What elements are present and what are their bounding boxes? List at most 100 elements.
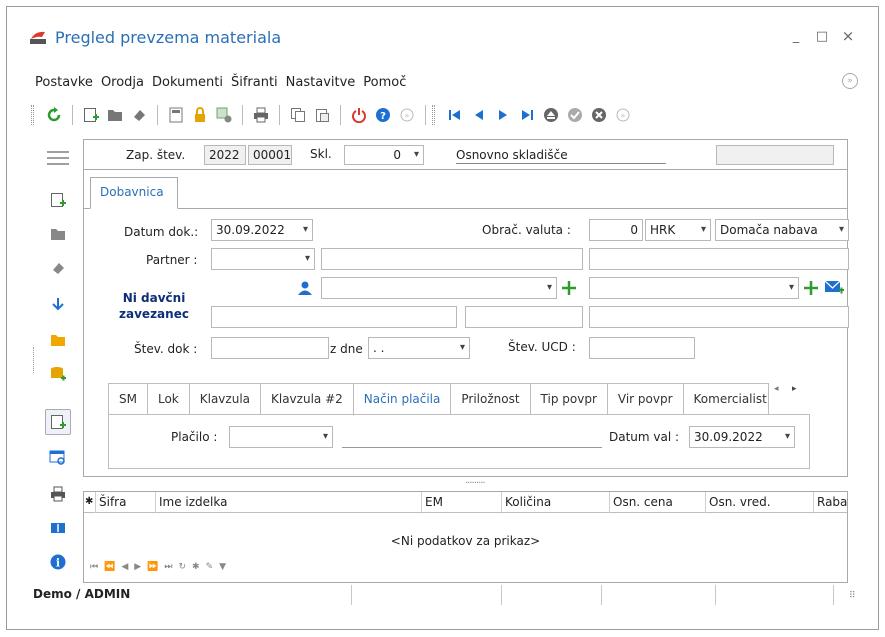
nav-next-page-icon[interactable]: ⏩ [147,562,158,572]
subtab-klavzula-2[interactable]: Klavzula #2 [260,383,353,415]
stev-dok-field[interactable] [211,337,329,359]
add-contact-icon[interactable] [562,281,576,295]
add-email-icon[interactable] [804,281,818,295]
toolbar-grip[interactable] [432,105,435,125]
toolbar-grip[interactable] [31,105,34,125]
col-osn-vred[interactable]: Osn. vred. [706,492,814,513]
arrow-down-icon[interactable] [45,291,71,317]
columns-view-icon[interactable] [45,515,71,541]
side-splitter[interactable] [33,347,34,373]
resize-grip-icon[interactable]: ⠿ [849,591,856,601]
stev-ucd-field[interactable] [589,337,695,359]
close-button[interactable]: × [839,27,857,45]
confirm-icon[interactable] [564,104,586,126]
subtab-tip-povpr[interactable]: Tip povpr [529,383,607,415]
valuta-amount-field[interactable]: 0 [589,219,643,241]
nav-refresh-icon[interactable]: ↻ [179,562,187,572]
post-field[interactable] [465,306,583,328]
tab-scroll-right-icon[interactable]: ▸ [792,384,797,394]
grid-settings-icon[interactable] [213,104,235,126]
skl-select[interactable]: 0 [344,145,424,165]
eraser-icon[interactable] [128,104,150,126]
partner-extra-field[interactable] [589,248,849,270]
database-add-icon[interactable] [45,361,71,387]
z-dne-date[interactable]: . . [368,337,470,359]
col-osn-cena[interactable]: Osn. cena [610,492,706,513]
subtab-klavzula[interactable]: Klavzula [188,383,260,415]
paste-icon[interactable] [311,104,333,126]
help-icon[interactable]: ? [372,104,394,126]
expand-icon[interactable]: » [396,104,418,126]
contact-person-icon[interactable] [298,281,312,295]
power-icon[interactable] [348,104,370,126]
menu-pomoc[interactable]: Pomoč [359,73,410,93]
subtab-lok[interactable]: Lok [146,383,189,415]
collapse-ribbon-icon[interactable]: » [842,73,858,89]
datum-dok-field[interactable]: 30.09.2022 [211,219,313,241]
table-search-icon[interactable] [45,445,71,471]
nabava-type-select[interactable]: Domača nabava [715,219,849,241]
eject-icon[interactable] [540,104,562,126]
hamburger-menu-icon[interactable] [45,145,71,171]
nav-next-icon[interactable]: ▶ [134,562,141,572]
nav-prev-icon[interactable]: ◀ [121,562,128,572]
tab-scroll-left-icon[interactable]: ◂ [774,384,779,394]
maximize-button[interactable]: □ [813,29,831,44]
menu-sifranti[interactable]: Šifranti [227,73,282,93]
menu-dokumenti[interactable]: Dokumenti [148,73,227,93]
menu-nastavitve[interactable]: Nastavitve [282,73,360,93]
nav-prev-page-icon[interactable]: ⏪ [104,562,115,572]
refresh-icon[interactable] [43,104,65,126]
new-row-icon[interactable]: ✱ [84,492,96,513]
expand-icon[interactable]: » [612,104,634,126]
zap-number-field[interactable]: 00001 [248,145,292,165]
open-folder-icon[interactable] [104,104,126,126]
datum-val-field[interactable]: 30.09.2022 [689,426,795,448]
nav-last-icon[interactable]: ⏭ [164,562,172,572]
city-field[interactable] [589,306,849,328]
minimize-button[interactable]: _ [787,29,805,44]
subtab-komercialist[interactable]: Komercialist [682,383,769,415]
calculator-icon[interactable] [165,104,187,126]
copy-icon[interactable] [287,104,309,126]
nav-first-icon[interactable]: ⏮ [90,562,98,572]
next-record-icon[interactable] [492,104,514,126]
new-document-icon[interactable] [80,104,102,126]
partner-code-select[interactable] [211,248,315,270]
email-add-icon[interactable] [824,279,844,297]
cancel-icon[interactable] [588,104,610,126]
col-kolicina[interactable]: Količina [502,492,610,513]
new-item-icon[interactable] [45,409,71,435]
placilo-select[interactable] [229,426,333,448]
new-document-icon[interactable] [45,187,71,213]
print-icon[interactable] [45,481,71,507]
zap-year-field[interactable]: 2022 [204,145,246,165]
col-ime-izdelka[interactable]: Ime izdelka [156,492,422,513]
col-em[interactable]: EM [422,492,502,513]
tab-dobavnica[interactable]: Dobavnica [90,177,178,209]
open-folder-icon[interactable] [45,221,71,247]
eraser-icon[interactable] [45,255,71,281]
partner-name-field[interactable] [321,248,583,270]
last-record-icon[interactable] [516,104,538,126]
email-select[interactable] [589,277,799,299]
prev-record-icon[interactable] [468,104,490,126]
col-sifra[interactable]: Šifra [96,492,156,513]
subtab-priloznost[interactable]: Priložnost [450,383,530,415]
subtab-nacin-placila[interactable]: Način plačila [352,383,451,416]
nav-insert-icon[interactable]: ✱ [192,562,200,572]
address-field[interactable] [211,306,457,328]
folder-icon[interactable] [45,327,71,353]
first-record-icon[interactable] [444,104,466,126]
lock-icon[interactable] [189,104,211,126]
print-icon[interactable] [250,104,272,126]
panel-splitter[interactable]: ......... [465,475,486,486]
subtab-sm[interactable]: SM [108,383,147,415]
nav-edit-icon[interactable]: ✎ [206,562,214,572]
menu-postavke[interactable]: Postavke [31,73,97,93]
valuta-code-select[interactable]: HRK [645,219,711,241]
nav-filter-icon[interactable]: ▼ [219,562,226,572]
subtab-vir-povpr[interactable]: Vir povpr [606,383,683,415]
col-rabat[interactable]: Rabat [814,492,848,513]
info-icon[interactable]: i [45,549,71,575]
